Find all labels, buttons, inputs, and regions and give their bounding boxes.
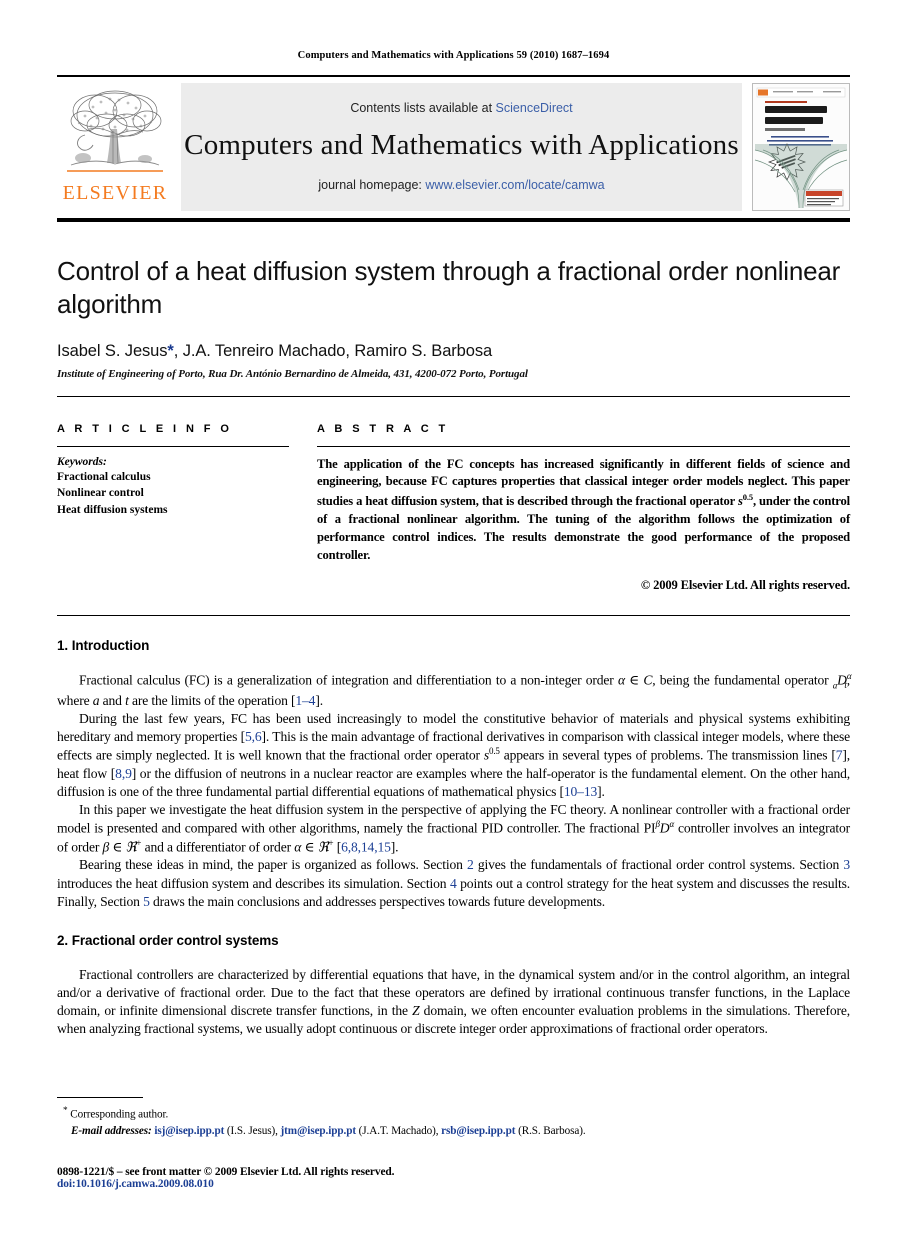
email-link[interactable]: isj@isep.ipp.pt: [154, 1125, 224, 1137]
footnote-rule: [57, 1096, 143, 1098]
homepage-prefix: journal homepage:: [318, 177, 426, 192]
article-info-column: A R T I C L E I N F O Keywords: Fraction…: [57, 423, 289, 593]
abstract-heading: A B S T R A C T: [317, 422, 449, 435]
elsevier-logo: ELSEVIER: [57, 83, 173, 211]
intro-alpha-set: α ∈ ℜ: [294, 839, 329, 855]
journal-cover-thumbnail: [752, 83, 850, 211]
keywords-label: Keywords:: [57, 455, 107, 468]
email-link[interactable]: rsb@isep.ipp.pt: [441, 1125, 515, 1137]
intro-beta-set: β ∈ ℜ: [102, 839, 137, 855]
journal-title: Computers and Mathematics with Applicati…: [184, 128, 739, 161]
intro-p4-a: Bearing these ideas in mind, the paper i…: [79, 857, 467, 873]
intro-p3-c: and a differentiator of order: [141, 839, 295, 855]
sciencedirect-link[interactable]: ScienceDirect: [496, 101, 573, 115]
issn-front-matter: 0898-1221/$ – see front matter © 2009 El…: [57, 1166, 395, 1178]
section-link-2[interactable]: 2: [467, 857, 474, 872]
intro-p1-b: , being the fundamental operator: [652, 672, 833, 688]
abstract-column: A B S T R A C T The application of the F…: [317, 423, 850, 593]
masthead-bottom-rule: [57, 218, 850, 222]
email-link[interactable]: jtm@isep.ipp.pt: [281, 1125, 357, 1137]
affiliation: Institute of Engineering of Porto, Rua D…: [57, 367, 528, 380]
citation-link[interactable]: 1–4: [295, 693, 315, 708]
running-head: Computers and Mathematics with Applicati…: [297, 50, 610, 61]
section-heading-fractional-order-control-systems: 2. Fractional order control systems: [57, 932, 279, 948]
page-footer: * Corresponding author. E-mail addresses…: [57, 1096, 850, 1190]
intro-p4-b: gives the fundamentals of fractional ord…: [473, 857, 844, 873]
section2-paragraph-1: Fractional controllers are characterized…: [57, 966, 850, 1038]
email-person: (R.S. Barbosa): [518, 1125, 583, 1138]
citation-link[interactable]: 8,9: [115, 766, 132, 781]
intro-p1-d: and: [99, 693, 126, 709]
section-link-3[interactable]: 3: [843, 857, 850, 872]
issn-block: 0898-1221/$ – see front matter © 2009 El…: [57, 1166, 850, 1190]
title-block: Control of a heat diffusion system throu…: [57, 255, 850, 380]
elsevier-wordmark: ELSEVIER: [62, 182, 168, 204]
intro-paragraph-1: Fractional calculus (FC) is a generaliza…: [57, 671, 852, 710]
intro-operator-s-exponent: 0.5: [488, 746, 500, 757]
citation-link[interactable]: 6,8,14,15: [341, 839, 391, 854]
author-rest: , J.A. Tenreiro Machado, Ramiro S. Barbo…: [173, 341, 493, 360]
intro-pid-D: D: [659, 820, 670, 836]
footnote-corresponding-author: * Corresponding author.: [57, 1105, 850, 1124]
intro-p1-alpha: α ∈ C: [617, 672, 653, 688]
article-info-heading: A R T I C L E I N F O: [57, 422, 233, 435]
email-addresses-label: E-mail addresses:: [71, 1125, 152, 1138]
article-info-rule: [57, 445, 289, 447]
keyword-item: Fractional calculus: [57, 470, 151, 483]
abstract-copyright: © 2009 Elsevier Ltd. All rights reserved…: [640, 577, 850, 592]
contents-available-line: Contents lists available at ScienceDirec…: [350, 101, 572, 115]
intro-p2-e: ] or the diffusion of neutrons in a nucl…: [57, 766, 850, 800]
author-first: Isabel S. Jesus: [57, 341, 168, 360]
intro-paragraph-3: In this paper we investigate the heat di…: [57, 801, 850, 856]
keyword-item: Nonlinear control: [57, 487, 144, 500]
intro-p2-f: ].: [597, 784, 605, 800]
footnote-corresponding-text: Corresponding author.: [70, 1108, 169, 1121]
intro-p4-e: draws the main conclusions and addresses…: [149, 893, 605, 909]
email-person: (J.A.T. Machado): [358, 1125, 436, 1138]
intro-paragraph-4: Bearing these ideas in mind, the paper i…: [57, 856, 850, 910]
intro-p1-e: are the limits of the operation [: [128, 693, 296, 709]
intro-p1-a: Fractional calculus (FC) is a generaliza…: [79, 672, 618, 688]
journal-homepage-line: journal homepage: www.elsevier.com/locat…: [318, 178, 604, 192]
email-person: (I.S. Jesus): [226, 1125, 276, 1138]
intro-p3-d: [: [333, 839, 342, 855]
intro-p3-e: ].: [390, 839, 399, 855]
footnote-star: *: [63, 1105, 68, 1116]
keyword-item: Heat diffusion systems: [57, 503, 168, 516]
journal-band: Contents lists available at ScienceDirec…: [181, 83, 742, 211]
abstract-bottom-rule: [57, 614, 850, 616]
section-link-4[interactable]: 4: [450, 876, 457, 891]
section-heading-introduction: 1. Introduction: [57, 637, 150, 653]
citation-link[interactable]: 10–13: [564, 784, 597, 799]
intro-p1-f: ].: [315, 693, 323, 709]
title-bottom-rule: [57, 395, 850, 397]
paper-page: Computers and Mathematics with Applicati…: [0, 0, 907, 1238]
elsevier-tree-icon: [63, 85, 167, 181]
contents-prefix: Contents lists available at: [350, 100, 496, 115]
section-link-5[interactable]: 5: [143, 894, 150, 909]
abstract-rule: [317, 445, 850, 447]
citation-link[interactable]: 5,6: [245, 729, 262, 744]
intro-p2-c: appears in several types of problems. Th…: [499, 747, 836, 763]
journal-masthead: ELSEVIER Contents lists available at Sci…: [57, 83, 850, 211]
info-abstract-row: A R T I C L E I N F O Keywords: Fraction…: [57, 423, 850, 593]
masthead-top-rule: [57, 75, 850, 77]
abstract-text: The application of the FC concepts has i…: [317, 456, 850, 565]
abstract-operator-exponent: 0.5: [742, 492, 753, 503]
intro-p4-c: introduces the heat diffusion system and…: [57, 875, 450, 891]
author-list: Isabel S. Jesus*, J.A. Tenreiro Machado,…: [57, 342, 850, 361]
doi-link[interactable]: doi:10.1016/j.camwa.2009.08.010: [57, 1178, 850, 1190]
journal-homepage-url[interactable]: www.elsevier.com/locate/camwa: [425, 178, 604, 192]
page-title: Control of a heat diffusion system throu…: [57, 256, 841, 319]
footnote-emails: E-mail addresses: isj@isep.ipp.pt (I.S. …: [71, 1125, 586, 1138]
intro-paragraph-2: During the last few years, FC has been u…: [57, 710, 850, 801]
